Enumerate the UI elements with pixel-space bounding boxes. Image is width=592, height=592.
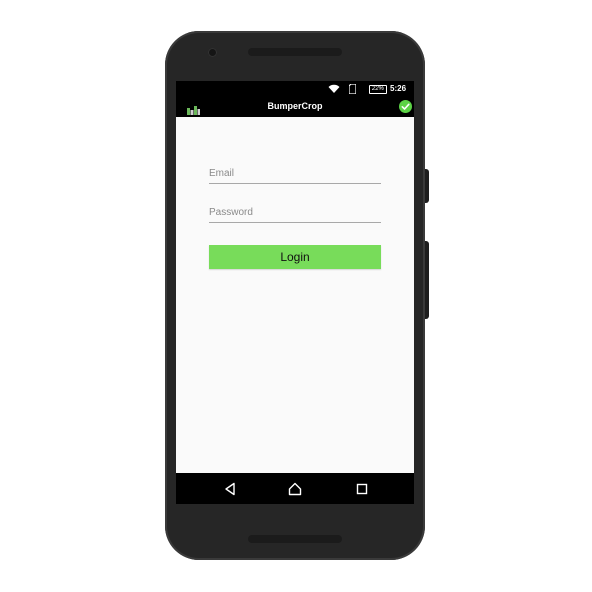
back-icon[interactable] bbox=[223, 482, 237, 496]
top-speaker bbox=[248, 48, 342, 56]
screen: 22% 5:26 BumperCrop Email Login bbox=[176, 81, 414, 504]
phone-frame: 22% 5:26 BumperCrop Email Login bbox=[165, 31, 429, 560]
login-button[interactable]: Login bbox=[209, 245, 381, 269]
app-title: BumperCrop bbox=[267, 101, 323, 111]
power-button bbox=[425, 169, 429, 203]
wifi-icon bbox=[328, 84, 340, 96]
email-field[interactable] bbox=[209, 164, 381, 183]
battery-icon: 22% bbox=[369, 85, 387, 94]
app-bar: BumperCrop bbox=[176, 97, 414, 117]
status-bar: 22% 5:26 bbox=[176, 81, 414, 97]
front-camera bbox=[208, 48, 217, 57]
bottom-speaker bbox=[248, 535, 342, 543]
volume-button bbox=[425, 241, 429, 319]
recents-icon[interactable] bbox=[355, 482, 369, 496]
status-time: 5:26 bbox=[390, 84, 407, 93]
check-circle-icon[interactable] bbox=[399, 100, 412, 118]
password-field[interactable] bbox=[209, 203, 381, 222]
navigation-bar bbox=[176, 473, 414, 504]
home-icon[interactable] bbox=[288, 482, 302, 496]
password-field-container bbox=[209, 202, 381, 223]
sim-card-icon bbox=[348, 83, 357, 96]
email-field-container bbox=[209, 163, 381, 184]
login-form: Login bbox=[176, 117, 414, 473]
